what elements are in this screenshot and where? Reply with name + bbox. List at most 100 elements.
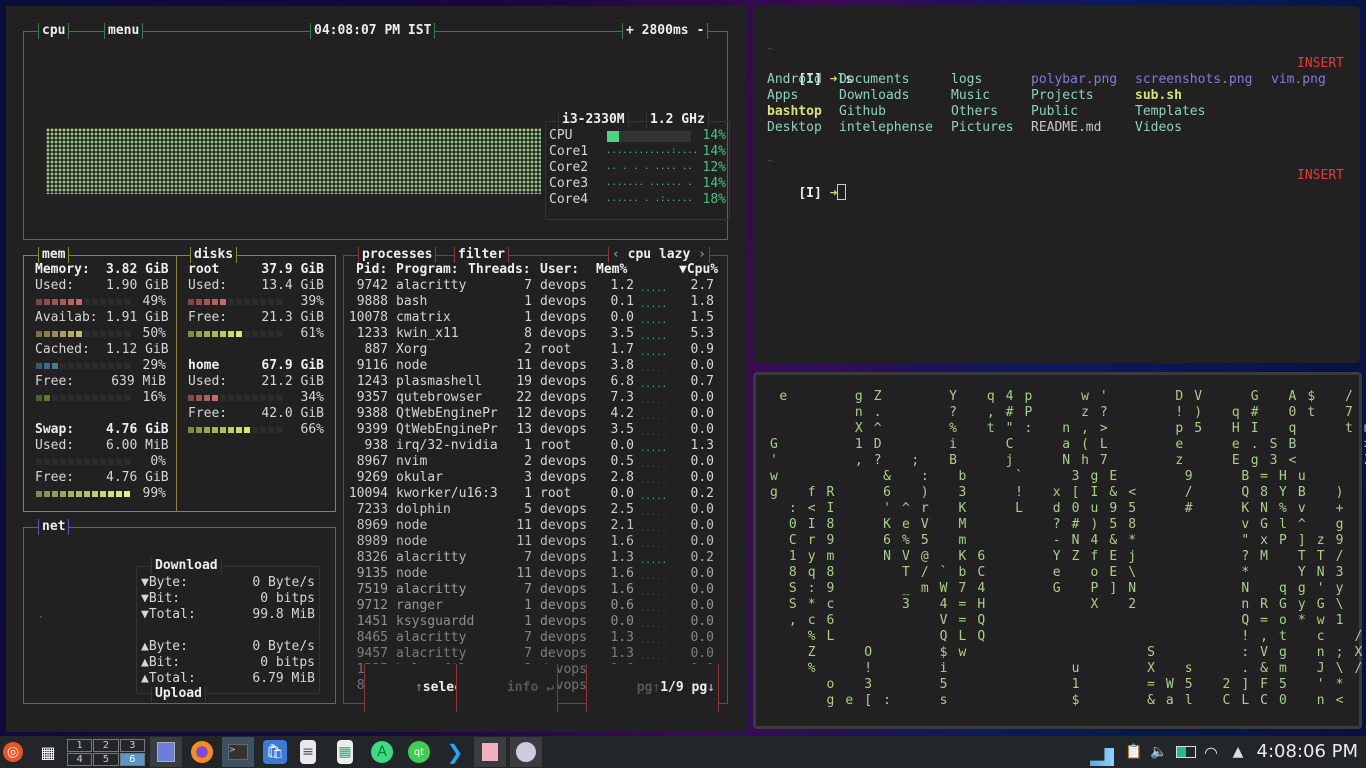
ls-entry-dir[interactable]: Documents: [839, 72, 909, 88]
battery-icon[interactable]: [1172, 740, 1200, 764]
ls-entry-dir[interactable]: Projects: [1031, 88, 1094, 104]
ls-entry-dir[interactable]: Apps: [767, 88, 798, 104]
ls-entry-dir[interactable]: logs: [951, 72, 982, 88]
process-row[interactable]: 8465 alacritty 7 devops 1.3..... 0.0: [344, 630, 727, 646]
task-file-manager[interactable]: [150, 737, 182, 767]
ls-entry-dir[interactable]: Others: [951, 104, 998, 120]
process-row[interactable]: 9357 qutebrowser 22 devops 7.3..... 0.0: [344, 390, 727, 406]
ls-entry-exec[interactable]: bashtop: [767, 104, 822, 120]
sort-prev-icon[interactable]: ‹: [612, 247, 628, 262]
task-kde-connect[interactable]: [510, 737, 542, 767]
process-row[interactable]: 10094 kworker/u16:3 1 root 0.0..... 0.2: [344, 486, 727, 502]
vscode-icon[interactable]: ❯: [443, 740, 467, 764]
terminal-window[interactable]: ~ [I] ➜ls INSERT Android Apps bashtop Deskt…: [753, 6, 1360, 363]
info-button[interactable]: info ↵: [456, 664, 558, 712]
ls-entry-image[interactable]: screenshots.png: [1135, 72, 1252, 88]
process-row[interactable]: 7519 alacritty 7 devops 1.6..... 0.0: [344, 582, 727, 598]
process-row[interactable]: 1243 plasmashell 19 devops 6.8..... 0.7: [344, 374, 727, 390]
process-row[interactable]: 1451 ksysguardd 1 devops 0.0..... 0.0: [344, 614, 727, 630]
process-row[interactable]: 9269 okular 3 devops 2.8..... 0.0: [344, 470, 727, 486]
meter-segment: [52, 459, 58, 465]
proc-header-program[interactable]: Program:: [396, 262, 459, 278]
process-row[interactable]: 9399 QtWebEnginePr 13 devops 3.5..... 0.0: [344, 422, 727, 438]
process-row[interactable]: 938 irq/32-nvidia 1 root 0.0..... 1.3: [344, 438, 727, 454]
desktop-4[interactable]: 4: [67, 753, 93, 766]
firefox-icon[interactable]: [191, 741, 213, 763]
process-row[interactable]: 7233 dolphin 5 devops 2.5..... 0.0: [344, 502, 727, 518]
process-row[interactable]: 10078 cmatrix 1 devops 0.0..... 1.5: [344, 310, 727, 326]
desktop-1[interactable]: 1: [67, 739, 93, 752]
process-row[interactable]: 9116 node 11 devops 3.8..... 0.0: [344, 358, 727, 374]
store-icon[interactable]: 🛍: [263, 740, 287, 764]
process-row[interactable]: 887 Xorg 2 root 1.7..... 0.9: [344, 342, 727, 358]
meter-segment: [260, 299, 266, 305]
process-row[interactable]: 9742 alacritty 7 devops 1.2..... 2.7: [344, 278, 727, 294]
cmatrix-window[interactable]: e g Z Y q 4 p w ' D V G A $ / d < n . ? …: [753, 372, 1366, 729]
virtual-desktop-pager[interactable]: 1 2 3 4 5 6: [67, 739, 145, 766]
desktop-6[interactable]: 6: [119, 753, 145, 766]
ls-entry-exec[interactable]: sub.sh: [1135, 88, 1182, 104]
desktop-3[interactable]: 3: [119, 739, 145, 752]
ls-entry-dir[interactable]: Public: [1031, 104, 1078, 120]
show-desktop-icon[interactable]: ▦: [36, 740, 60, 764]
process-row[interactable]: 9888 bash 1 devops 0.1..... 1.8: [344, 294, 727, 310]
proc-header-user[interactable]: User:: [540, 262, 579, 278]
process-row[interactable]: 8989 node 11 devops 1.6..... 0.0: [344, 534, 727, 550]
ls-entry-dir[interactable]: Android: [767, 72, 822, 88]
process-row[interactable]: 8326 alacritty 7 devops 1.3..... 0.2: [344, 550, 727, 566]
wifi-icon[interactable]: ◠: [1199, 740, 1223, 764]
process-row[interactable]: 9388 QtWebEnginePr 12 devops 4.2..... 0.0: [344, 406, 727, 422]
task-terminal[interactable]: >: [222, 737, 254, 767]
clipboard-icon[interactable]: 📋: [1122, 740, 1146, 764]
proc-header-mem[interactable]: Mem%: [596, 262, 627, 278]
meter-segment: [260, 331, 266, 337]
process-row[interactable]: 9135 node 11 devops 1.6..... 0.0: [344, 566, 727, 582]
filter-button[interactable]: filter: [454, 247, 509, 263]
app-launcher-icon[interactable]: ◎: [3, 742, 23, 762]
ls-entry-dir[interactable]: Music: [951, 88, 990, 104]
process-pid: 8967: [356, 454, 388, 469]
calc-icon[interactable]: ▦: [337, 740, 353, 764]
process-row[interactable]: 1233 kwin_x11 8 devops 3.5..... 5.3: [344, 326, 727, 342]
process-row[interactable]: 9457 alacritty 7 devops 1.3..... 0.0: [344, 646, 727, 662]
taskbar-clock[interactable]: 4:08:06 PM: [1257, 741, 1359, 762]
process-threads: 1: [524, 614, 532, 629]
process-program: ksysguardd: [396, 614, 475, 629]
ls-entry-image[interactable]: polybar.png: [1031, 72, 1117, 88]
writer-icon[interactable]: ≡: [300, 740, 316, 764]
page-control[interactable]: pg↑1/9 pg↓: [585, 664, 719, 712]
desktop-5[interactable]: 5: [93, 753, 119, 766]
process-row[interactable]: 8969 node 11 devops 2.1..... 0.0: [344, 518, 727, 534]
process-row[interactable]: 9712 ranger 1 devops 0.6..... 0.0: [344, 598, 727, 614]
process-row[interactable]: 8967 nvim 2 devops 0.5..... 0.0: [344, 454, 727, 470]
ls-entry-dir[interactable]: Github: [839, 104, 886, 120]
page-down-icon[interactable]: ↓: [707, 680, 715, 695]
ls-entry-dir[interactable]: intelephense: [839, 120, 933, 136]
proc-header-threads[interactable]: Threads:: [468, 262, 531, 278]
menu-button[interactable]: menu: [104, 23, 144, 39]
process-program: alacritty: [396, 630, 467, 645]
desktop-2[interactable]: 2: [93, 739, 119, 752]
ls-entry-image[interactable]: vim.png: [1271, 72, 1326, 88]
process-threads: 19: [516, 374, 532, 389]
ls-entry-file[interactable]: README.md: [1031, 120, 1101, 136]
task-screenshot-tool[interactable]: [474, 737, 506, 767]
ls-entry-dir[interactable]: Videos: [1135, 120, 1182, 136]
proc-header-cpu[interactable]: ▼Cpu%: [679, 262, 718, 278]
ls-entry-dir[interactable]: Desktop: [767, 120, 822, 136]
page-prev-label[interactable]: pg: [637, 680, 653, 695]
ls-entry-dir[interactable]: Pictures: [951, 120, 1014, 136]
expand-tray-icon[interactable]: ▲: [1226, 740, 1250, 764]
ls-entry-dir[interactable]: Downloads: [839, 88, 909, 104]
update-interval-control[interactable]: + 2800ms -: [622, 23, 709, 39]
android-studio-icon[interactable]: A: [371, 741, 393, 763]
volume-icon[interactable]: 🔈: [1147, 740, 1171, 764]
sort-next-icon[interactable]: ›: [690, 247, 706, 262]
prompt-line-2[interactable]: [I] ➜: [767, 168, 847, 218]
proc-header-pid[interactable]: Pid:: [356, 262, 387, 278]
process-cpu: 0.0: [690, 502, 714, 517]
sort-selector[interactable]: ‹ cpu lazy ›: [608, 247, 710, 263]
ls-entry-dir[interactable]: Templates: [1135, 104, 1205, 120]
network-activity-icon[interactable]: [1090, 748, 1114, 766]
qt-creator-icon[interactable]: qt: [408, 741, 430, 763]
